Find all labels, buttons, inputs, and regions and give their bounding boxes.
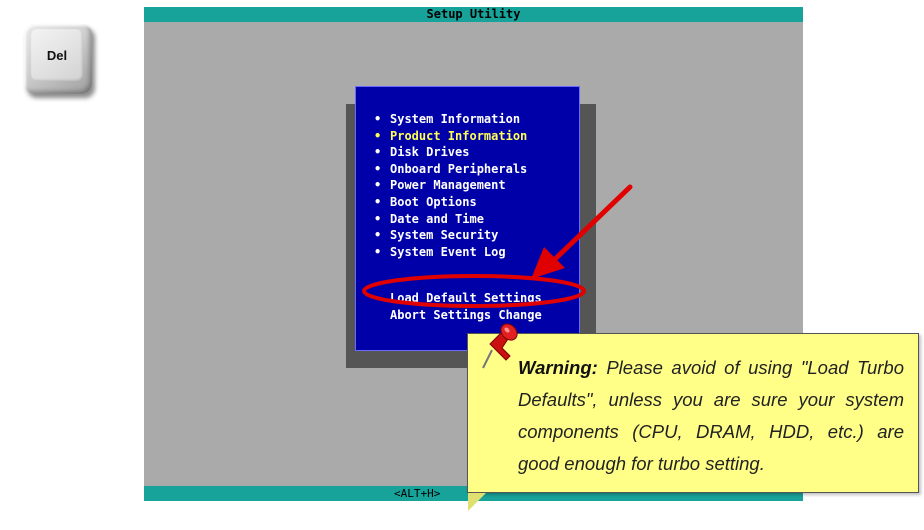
menu-item-abort-settings-change[interactable]: Abort Settings Change	[390, 307, 542, 324]
menu-item-product-information[interactable]: • Product Information	[374, 128, 527, 145]
menu-item-onboard-peripherals[interactable]: • Onboard Peripherals	[374, 161, 527, 178]
menu-item-power-management[interactable]: • Power Management	[374, 177, 527, 194]
menu-extra-list: Load Default Settings Abort Settings Cha…	[390, 290, 542, 323]
menu-item-disk-drives[interactable]: • Disk Drives	[374, 144, 527, 161]
main-menu: • System Information • Product Information…	[355, 86, 580, 351]
menu-item-date-and-time[interactable]: • Date and Time	[374, 211, 527, 228]
menu-item-system-information[interactable]: • System Information	[374, 111, 527, 128]
menu-item-load-default-settings[interactable]: Load Default Settings	[390, 290, 542, 307]
del-key[interactable]: Del	[24, 24, 92, 94]
note-title: Warning:	[518, 357, 598, 378]
help-hint: <ALT+H>	[394, 487, 441, 500]
title-bar: Setup Utility	[144, 7, 803, 22]
menu-item-system-security[interactable]: • System Security	[374, 227, 527, 244]
del-key-label: Del	[31, 29, 83, 81]
warning-note: Warning: Please avoid of using "Load Tur…	[467, 333, 919, 493]
note-fold-corner	[468, 493, 486, 511]
menu-item-boot-options[interactable]: • Boot Options	[374, 194, 527, 211]
menu-item-system-event-log[interactable]: • System Event Log	[374, 244, 527, 261]
menu-list: • System Information • Product Information…	[374, 111, 527, 260]
pushpin-icon	[482, 323, 518, 369]
